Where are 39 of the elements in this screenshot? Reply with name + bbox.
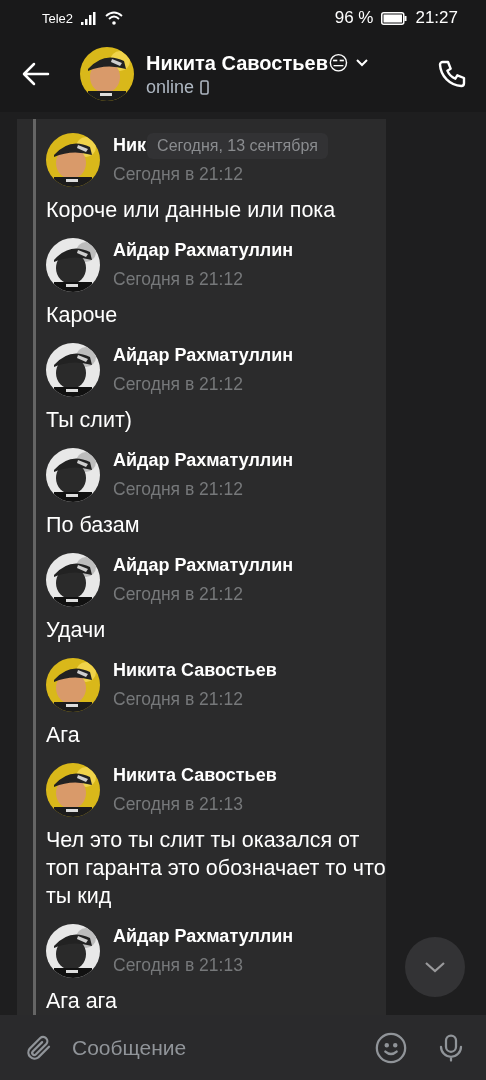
author-name: Айдар Рахматуллин — [113, 450, 294, 471]
message-time: Сегодня в 21:12 — [113, 479, 244, 500]
message-time: Сегодня в 21:12 — [113, 164, 244, 185]
online-status: online — [146, 76, 195, 98]
author-name: Айдар Рахматуллин — [113, 240, 294, 261]
author-name: Никита Савостьев — [113, 660, 277, 681]
message-time: Сегодня в 21:12 — [113, 584, 244, 605]
author-name: Айдар Рахматуллин — [113, 555, 294, 576]
clock: 21:27 — [415, 8, 458, 28]
message-text: Короче или данные или пока — [46, 197, 337, 224]
phone-icon — [200, 79, 210, 95]
carrier-name: Tele2 — [42, 10, 74, 26]
call-button[interactable] — [436, 58, 468, 90]
message-time: Сегодня в 21:13 — [113, 955, 244, 976]
battery-icon — [381, 11, 408, 25]
signal-icon — [81, 11, 98, 25]
message-text: Ты слит) — [46, 407, 133, 434]
message-time: Сегодня в 21:12 — [113, 689, 244, 710]
wifi-icon — [105, 11, 124, 25]
message-text: Чел это ты слит ты оказался от топ гаранта это обозначает то что ты кид — [46, 827, 386, 910]
author-name: Айдар Рахматуллин — [113, 926, 294, 947]
emoji-button[interactable] — [374, 1030, 408, 1065]
author-name: Никита Савостьев — [113, 765, 277, 786]
message-time: Сегодня в 21:12 — [113, 374, 244, 395]
chevron-down-icon — [354, 57, 369, 68]
message-text: Удачи — [46, 617, 107, 644]
message-text: Ага ага — [46, 988, 118, 1015]
back-button[interactable] — [22, 62, 50, 86]
date-label: Сегодня, 13 сентября — [147, 132, 328, 159]
message-time: Сегодня в 21:12 — [113, 269, 244, 290]
message-text: Кароче — [46, 302, 119, 329]
message-text: По базам — [46, 512, 141, 539]
battery-percent: 96 % — [334, 8, 374, 28]
message-text: Ага — [46, 722, 81, 749]
chevron-down-icon — [423, 960, 447, 974]
author-name: Ник — [113, 135, 147, 156]
contact-name[interactable]: Никита Савостьев😑 — [146, 50, 369, 75]
author-name: Айдар Рахматуллин — [113, 345, 294, 366]
message-time: Сегодня в 21:13 — [113, 794, 244, 815]
